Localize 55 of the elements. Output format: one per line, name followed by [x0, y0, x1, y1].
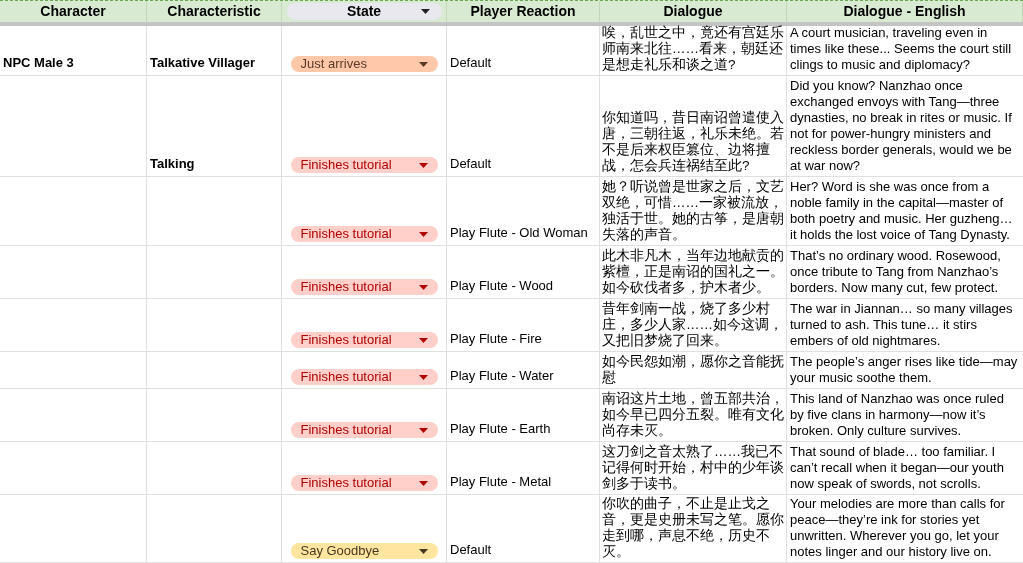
column-filter[interactable]: State — [286, 3, 442, 20]
column-header: Characteristic — [167, 2, 261, 21]
caret-icon — [418, 374, 428, 380]
state-chip[interactable]: Finishes tutorial — [290, 226, 438, 242]
caret-icon — [418, 480, 428, 486]
state-chip[interactable]: Just arrives — [290, 56, 438, 72]
caret-icon — [418, 548, 428, 554]
state-chip[interactable]: Finishes tutorial — [290, 369, 438, 385]
state-chip[interactable]: Finishes tutorial — [290, 422, 438, 438]
table-cell: 如今民怨如潮，愿你之音能抚慰 — [602, 354, 784, 386]
table-cell-text: Play Flute - Fire — [450, 329, 542, 348]
state-chip[interactable]: Say Goodbye — [290, 543, 438, 559]
caret-icon — [420, 9, 430, 14]
table-cell-text: Your melodies are more than calls for peace—they’re ink for stories yet unwritten. Wherever you go, let your notes linger and our history live on. — [790, 496, 1006, 560]
caret-icon — [418, 337, 428, 343]
state-chip[interactable]: Finishes tutorial — [290, 279, 438, 295]
table-cell: 唉，乱世之中，竟还有宫廷乐师南来北往……看来，朝廷还是想走礼乐和谈之道? — [602, 25, 784, 73]
column-header: Dialogue - English — [843, 2, 966, 21]
table-cell: 南诏这片土地，曾五部共治，如今早已四分五裂。唯有文化尚存未灭。 — [602, 391, 784, 439]
caret-icon — [418, 427, 428, 433]
table-cell-text: Play Flute - Water — [450, 366, 554, 385]
table-cell-text: A court musician, traveling even in times like these... Seems the court still clings to music and diplomacy? — [790, 25, 1013, 73]
table-cell: 昔年剑南一战，烧了多少村庄，多少人家……如今这调，又把旧梦烧了回来。 — [602, 301, 784, 349]
table-cell-text: Default — [450, 540, 492, 559]
state-chip[interactable]: Finishes tutorial — [290, 157, 438, 173]
table-cell: 她？听说曾是世家之后，文艺双绝，可惜……一家被流放，独活于世。她的古筝，是唐朝失落的声音。 — [602, 179, 784, 243]
caret-icon — [418, 231, 428, 237]
table-cell-text: The people’s anger rises like tide—may your music soothe them. — [790, 354, 1019, 386]
table-cell-text: NPC Male 3 — [3, 53, 74, 72]
table-cell: 这刀剑之音太熟了……我已不记得何时开始，村中的少年谈剑多于读书。 — [602, 444, 784, 492]
state-chip[interactable]: Finishes tutorial — [290, 475, 438, 491]
table-cell-text: Play Flute - Metal — [450, 472, 552, 491]
table-cell-text: That sound of blade… too familiar. I can’t recall when it began—our youth now speak of swords, not scrolls. — [790, 444, 1005, 492]
table-cell-text: Play Flute - Earth — [450, 419, 551, 438]
table-cell: 你吹的曲子，不止是止戈之音，更是史册未写之笔。愿你走到哪，声息不绝，历史不灭。 — [602, 496, 784, 560]
table-cell: 你知道吗，昔日南诏曾遣使入唐，三朝往返，礼乐未绝。若不是后来权臣篡位、边将擅战，怎会兵连祸结至此? — [602, 110, 784, 174]
table-cell-text: Talkative Villager — [150, 53, 256, 72]
column-header: Dialogue — [663, 2, 723, 21]
table-cell-text: This land of Nanzhao was once ruled by five clans in harmony—now it’s broken. Only culture survives. — [790, 391, 1005, 439]
caret-icon — [418, 162, 428, 168]
caret-icon — [418, 61, 428, 67]
table-cell-text: Her? Word is she was once from a noble family in the capital—master of both poetry and music. Her guzheng… it holds the lost voice of Tang Dynasty. — [790, 179, 1014, 243]
caret-icon — [418, 284, 428, 290]
table-cell-text: Play Flute - Wood — [450, 276, 554, 295]
state-chip[interactable]: Finishes tutorial — [290, 332, 438, 348]
table-cell: 此木非凡木，当年边地献贡的紫檀，正是南诏的国礼之一。如今砍伐者多，护木者少。 — [602, 248, 784, 296]
table-cell-text: Did you know? Nanzhao once exchanged envoys with Tang—three dynasties, no break in rites or music. If not for power-hungry ministers and reckless border generals, would we be at war now? — [790, 78, 1013, 174]
table-cell-text: The war in Jiannan… so many villages turned to ash. This tune… it stirs embers of old nightmares. — [790, 301, 1014, 349]
table-cell-text: That’s no ordinary wood. Rosewood, once tribute to Tang from Nanzhao’s borders. Now many cut, few protect. — [790, 248, 1002, 296]
column-header: Character — [40, 2, 106, 21]
table-cell-text: Default — [450, 53, 492, 72]
column-header: Player Reaction — [470, 2, 576, 21]
table-cell-text: Default — [450, 154, 492, 173]
table-cell-text: Talking — [150, 154, 195, 173]
table-cell-text: Play Flute - Old Woman — [450, 223, 588, 242]
